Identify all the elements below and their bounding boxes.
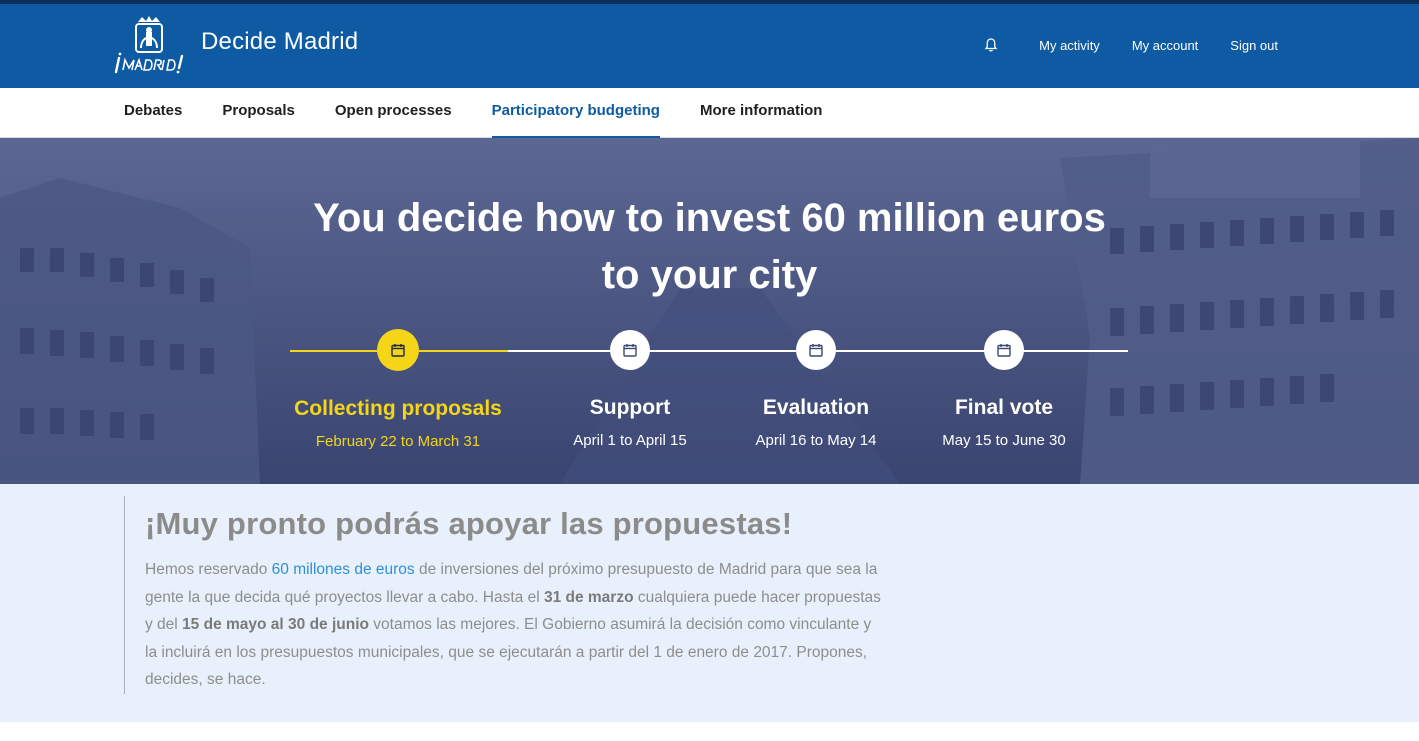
calendar-icon xyxy=(809,344,823,357)
voting-period: 15 de mayo al 30 de junio xyxy=(182,616,369,633)
nav-participatory-budgeting[interactable]: Participatory budgeting xyxy=(491,88,661,138)
main-navigation: Debates Proposals Open processes Partici… xyxy=(0,88,1419,138)
madrid-crest-icon xyxy=(114,16,184,74)
nav-debates[interactable]: Debates xyxy=(124,88,182,138)
hero-title: You decide how to invest 60 million euro… xyxy=(0,190,1419,304)
user-menu: My activity My account Sign out xyxy=(983,37,1278,53)
madrid-logo[interactable] xyxy=(112,12,188,80)
my-activity-link[interactable]: My activity xyxy=(1039,38,1100,53)
hero-title-line-2: to your city xyxy=(601,253,818,297)
calendar-icon xyxy=(391,344,405,357)
phase-dates: May 15 to June 30 xyxy=(942,432,1066,449)
info-paragraph: Hemos reservado 60 millones de euros de … xyxy=(145,556,884,694)
nav-proposals[interactable]: Proposals xyxy=(222,88,295,138)
site-header: Decide Madrid My activity My account Sig… xyxy=(0,4,1419,88)
site-title[interactable]: Decide Madrid xyxy=(201,28,358,56)
info-callout: ¡Muy pronto podrás apoyar las propuestas… xyxy=(0,484,1419,722)
calendar-icon xyxy=(623,344,637,357)
phase-name: Collecting proposals xyxy=(294,397,502,420)
sign-out-link[interactable]: Sign out xyxy=(1230,38,1278,53)
phase-collecting-proposals[interactable]: Collecting proposals February 22 to Marc… xyxy=(278,329,518,450)
budget-hero-banner: You decide how to invest 60 million euro… xyxy=(0,138,1419,484)
info-callout-body: ¡Muy pronto podrás apoyar las propuestas… xyxy=(124,496,884,694)
nav-more-information[interactable]: More information xyxy=(700,88,823,138)
phase-name: Final vote xyxy=(954,396,1054,419)
notifications-bell-icon[interactable] xyxy=(983,37,999,53)
proposals-deadline: 31 de marzo xyxy=(543,588,634,606)
info-text: Hemos reservado xyxy=(145,561,272,578)
phase-dates: February 22 to March 31 xyxy=(315,433,481,450)
info-heading: ¡Muy pronto podrás apoyar las propuestas… xyxy=(145,506,793,541)
my-account-link[interactable]: My account xyxy=(1132,38,1198,53)
nav-open-processes[interactable]: Open processes xyxy=(335,88,452,138)
hero-title-line-1: You decide how to invest 60 million euro… xyxy=(313,196,1106,240)
budget-amount-link[interactable]: 60 millones de euros xyxy=(272,561,415,578)
phase-final-vote[interactable]: Final vote May 15 to June 30 xyxy=(884,330,1124,449)
calendar-icon xyxy=(997,344,1011,357)
budget-phases-timeline: Collecting proposals February 22 to Marc… xyxy=(290,329,1128,460)
